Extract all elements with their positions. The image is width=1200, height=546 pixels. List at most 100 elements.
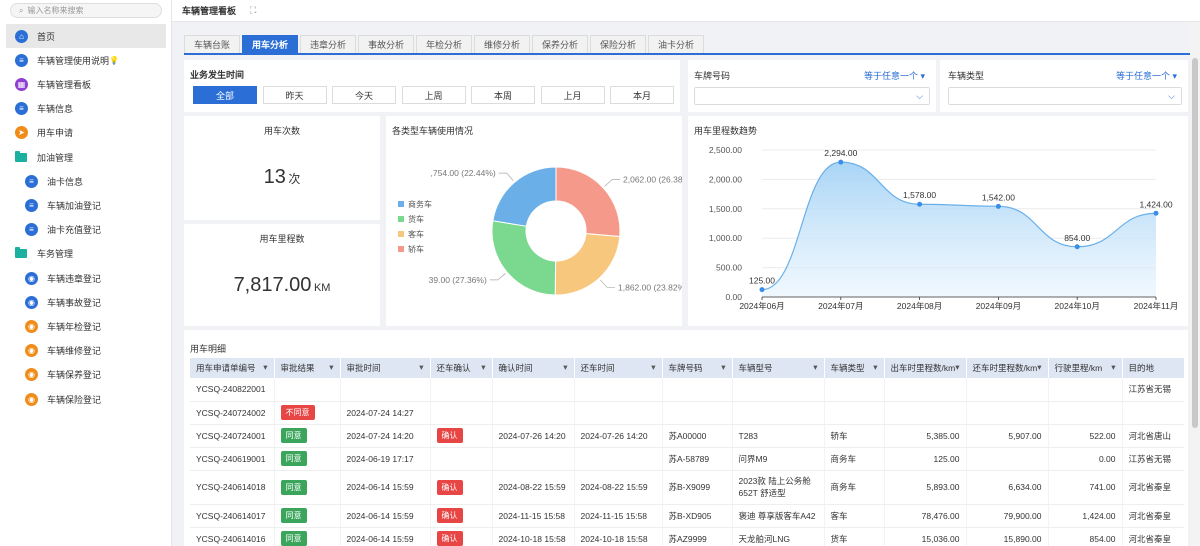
sort-caret-icon[interactable]: ▾ [955,362,959,373]
sidebar-item[interactable]: ◉ 车辆违章登记 [16,266,166,290]
cell-value: 江苏省无锡 [1128,453,1172,464]
sidebar-item[interactable]: ◉ 车辆保养登记 [16,363,166,387]
tab-4[interactable]: 年检分析 [416,35,472,53]
legend-label[interactable]: 商务车 [408,199,432,209]
table-cell: 同意 [274,527,341,546]
tab-1[interactable]: 用车分析 [242,35,298,53]
sidebar-item[interactable]: ▦ 车辆管理看板 [6,72,166,96]
pie-slice[interactable] [491,220,557,296]
table-row[interactable]: YCSQ-240614017 同意 2024-06-14 15:59 确认 2024-1… [190,504,1184,528]
column-header[interactable]: 还车时里程数/km ▾ [966,358,1049,378]
sort-caret-icon[interactable]: ▾ [329,362,333,373]
time-filter-button[interactable]: 今天 [332,86,396,104]
sort-caret-icon[interactable]: ▾ [651,362,655,373]
sort-caret-icon[interactable]: ▾ [419,362,423,373]
plate-operator[interactable]: 等于任意一个 ▾ [864,69,925,82]
type-operator[interactable]: 等于任意一个 ▾ [1116,69,1177,82]
tab-8[interactable]: 油卡分析 [648,35,704,53]
data-point[interactable] [1074,244,1080,250]
column-header[interactable]: 车辆型号 ▾ [732,358,825,378]
legend-label[interactable]: 客车 [408,229,424,239]
column-header[interactable]: 还车时间 ▾ [574,358,663,378]
sidebar-item[interactable]: ≡ 车辆加油登记 [16,193,166,217]
table-row[interactable]: YCSQ-240724001 同意 2024-07-24 14:20 确认 2024-0… [190,424,1184,448]
data-point[interactable] [838,159,844,165]
legend-label[interactable]: 货车 [408,214,424,224]
time-filter-button[interactable]: 上月 [540,86,605,104]
plate-select[interactable]: ⌵ [694,87,930,105]
sidebar-item[interactable]: ≡ 车辆管理使用说明 💡 [6,48,166,72]
data-point[interactable] [759,287,765,293]
trend-chart: 2,500.002,000.001,500.001,000.00500.000.… [709,145,1178,311]
tab-bar: 车辆台账 用车分析 违章分析 事故分析 年检分析 维修分析 保养分析 保险分析 油卡分析 [184,35,1194,55]
data-point[interactable] [917,201,923,207]
table-cell: 同意 [274,470,341,505]
time-filter-button[interactable]: 本周 [471,86,535,104]
time-filter-button[interactable]: 上周 [401,86,466,104]
search-input[interactable]: ⌕ 输入名称来搜索 [10,3,162,18]
tab-6[interactable]: 保养分析 [532,35,588,53]
table-row[interactable]: YCSQ-240724002 不同意 2024-07-24 14:27 [190,401,1184,425]
sidebar-item[interactable]: ◉ 车辆维修登记 [16,339,166,363]
type-select[interactable]: ⌵ [948,87,1182,105]
sidebar-item[interactable]: ⌂ 首页 [6,24,166,48]
sort-caret-icon[interactable]: ▾ [1037,362,1041,373]
cell-value: 2024-07-24 14:20 [346,430,414,441]
time-filter-button[interactable]: 本月 [610,86,674,104]
column-header[interactable]: 出车时里程数/km ▾ [884,358,967,378]
y-tick-label: 2,000.00 [709,174,742,184]
table-row[interactable]: YCSQ-240614016 同意 2024-06-14 15:59 确认 2024-1… [190,527,1184,546]
table-row[interactable]: YCSQ-240619001 同意 2024-06-19 17:17 苏A-58789… [190,447,1184,471]
sidebar-item[interactable]: ≡ 油卡充值登记 [16,218,166,242]
pie-slice[interactable] [554,233,621,296]
column-header[interactable]: 审批时间 ▾ [340,358,431,378]
time-filter-button[interactable]: 昨天 [262,86,327,104]
time-filter-button[interactable]: 全部 [193,86,257,104]
table-row[interactable]: YCSQ-240822001 江苏省无锡 [190,378,1184,402]
sort-caret-icon[interactable]: ▾ [721,362,725,373]
column-header[interactable]: 目的地 [1122,358,1184,378]
column-header[interactable]: 审批结果 ▾ [274,358,341,378]
sort-caret-icon[interactable]: ▾ [563,362,567,373]
tab-5[interactable]: 维修分析 [474,35,530,53]
sidebar-item[interactable]: ≡ 车辆信息 [6,97,166,121]
sort-caret-icon[interactable]: ▾ [813,362,817,373]
column-header[interactable]: 车辆类型 ▾ [824,358,885,378]
dashboard-icon: ▦ [15,77,28,91]
sidebar-item[interactable]: 加油管理 [6,145,166,169]
usage-count-card: 用车次数 13 次 [184,116,380,220]
sort-caret-icon[interactable]: ▾ [263,362,267,373]
column-header[interactable]: 还车确认 ▾ [430,358,493,378]
legend-label[interactable]: 轿车 [408,244,424,254]
sort-caret-icon[interactable]: ▾ [1111,362,1115,373]
scrollbar-thumb[interactable] [1192,58,1198,428]
cell-value: 2024-08-22 15:59 [580,482,648,492]
column-header[interactable]: 确认时间 ▾ [492,358,575,378]
fullscreen-icon[interactable]: ⛶ [250,5,256,16]
pie-slice[interactable] [555,166,621,238]
column-header[interactable]: 用车申请单编号 ▾ [190,358,275,378]
pie-slice[interactable] [492,166,557,227]
tab-2[interactable]: 违章分析 [300,35,356,53]
sort-caret-icon[interactable]: ▾ [481,362,485,373]
tab-7[interactable]: 保险分析 [590,35,646,53]
sidebar-item[interactable]: ◉ 车辆年检登记 [16,314,166,338]
sidebar-item[interactable]: 车务管理 [6,242,166,266]
sidebar-item[interactable]: ◉ 车辆保险登记 [16,387,166,411]
sort-caret-icon[interactable]: ▾ [873,362,877,373]
page-scrollbar[interactable] [1190,22,1200,546]
column-header[interactable]: 行驶里程/km ▾ [1048,358,1123,378]
table-row[interactable]: YCSQ-240614018 同意 2024-06-14 15:59 确认 2024-0… [190,470,1184,505]
sidebar-item[interactable]: ◉ 车辆事故登记 [16,290,166,314]
type-filter-panel: 车辆类型 等于任意一个 ▾ ⌵ [940,60,1188,112]
pie-chart-panel: 各类型车辆使用情况 2,062.00 (26.38 1,862.00 (23.82… [386,116,682,326]
data-point[interactable] [995,203,1001,209]
data-point[interactable] [1153,210,1159,216]
sidebar-item[interactable]: ➤ 用车申请 [6,121,166,145]
column-header-label: 还车确认 [436,363,471,373]
sidebar-item[interactable]: ≡ 油卡信息 [16,169,166,193]
tab-3[interactable]: 事故分析 [358,35,414,53]
column-header[interactable]: 车牌号码 ▾ [662,358,733,378]
column-header-label: 还车时里程数/km [972,363,1038,373]
tab-0[interactable]: 车辆台账 [184,35,240,53]
